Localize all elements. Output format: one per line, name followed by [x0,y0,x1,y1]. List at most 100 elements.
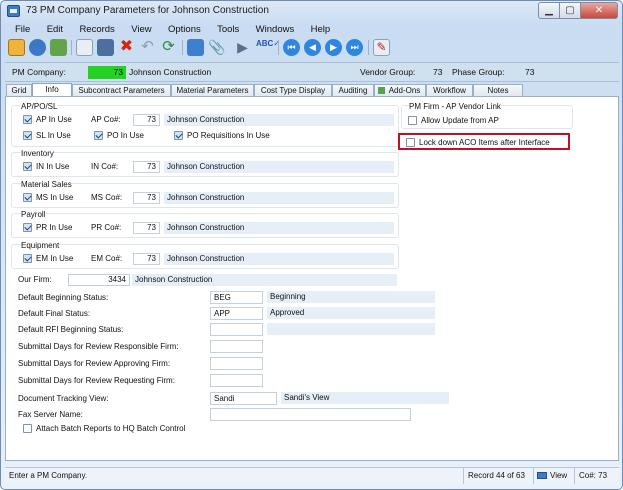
po-in-use-checkbox[interactable] [94,131,103,140]
toolbar-separator [368,40,369,55]
em-co-label: EM Co#: [91,254,123,263]
in-company-name: Johnson Construction [164,161,394,173]
submittal-approving-input[interactable] [210,357,263,370]
maximize-button[interactable]: ▢ [559,2,581,19]
pm-company-label: PM Company: [12,67,66,77]
spellcheck-icon[interactable]: ABC✓ [256,39,280,56]
menu-records[interactable]: Records [79,22,114,37]
tab-strip: Grid Info Subcontract Parameters Materia… [5,83,619,97]
menu-windows[interactable]: Windows [256,22,295,37]
status-company: Co#: 73 [574,468,607,484]
pr-co-label: PR Co#: [91,223,122,232]
po-requisitions-checkbox[interactable] [174,131,183,140]
status-message: Enter a PM Company. [9,471,88,480]
toolbar: ✖ ↶ ⟳ 📎 ▶ ABC✓ ⏮ ◀ ▶ ⏭ ✎ [6,38,618,58]
em-in-use-checkbox[interactable] [23,254,32,263]
default-beginning-status-label: Default Beginning Status: [18,293,109,302]
title-bar: 73 PM Company Parameters for Johnson Con… [1,1,622,21]
print-icon[interactable]: ▶ [234,39,251,56]
em-co-input[interactable]: 73 [133,253,160,265]
menu-bar: File Edit Records View Options Tools Win… [7,22,336,37]
ap-company-name: Johnson Construction [164,114,394,126]
ap-po-sl-group [11,105,399,147]
em-company-name: Johnson Construction [164,253,394,265]
inventory-group-title: Inventory [21,149,54,158]
edit-icon[interactable] [8,39,25,56]
po-requisitions-label: PO Requisitions In Use [187,131,270,140]
lock-down-aco-label: Lock down ACO Items after Interface [419,138,550,147]
app-icon [7,5,20,17]
database-icon[interactable] [50,39,67,56]
last-record-icon[interactable]: ⏭ [346,39,363,56]
pr-co-input[interactable]: 73 [133,222,160,234]
default-beginning-status-desc: Beginning [267,291,435,303]
menu-help[interactable]: Help [311,22,331,37]
em-in-use-label: EM In Use [36,254,74,263]
grid-icon[interactable] [187,39,204,56]
po-in-use-label: PO In Use [107,131,144,140]
phase-group-label: Phase Group: [452,67,505,77]
lookup-icon[interactable] [29,39,46,56]
app-window: 73 PM Company Parameters for Johnson Con… [0,0,623,490]
ap-in-use-checkbox[interactable] [23,115,32,124]
next-record-icon[interactable]: ▶ [325,39,342,56]
in-co-input[interactable]: 73 [133,161,160,173]
ap-co-label: AP Co#: [91,115,121,124]
fax-server-input[interactable] [210,408,411,421]
company-header: PM Company: 73 Johnson Construction Vend… [5,62,619,82]
ap-in-use-label: AP In Use [36,115,72,124]
submittal-responsible-input[interactable] [210,340,263,353]
our-firm-input[interactable]: 3434 [68,274,130,286]
our-firm-name: Johnson Construction [132,274,397,286]
menu-tools[interactable]: Tools [217,22,239,37]
menu-options[interactable]: Options [168,22,201,37]
submittal-requesting-input[interactable] [210,374,263,387]
pm-company-input[interactable]: 73 [88,66,126,79]
add-ons-icon [378,87,385,94]
document-tracking-input[interactable]: Sandi [210,392,277,405]
delete-icon[interactable]: ✖ [118,39,135,56]
submittal-approving-label: Submittal Days for Review Approving Firm… [18,359,171,368]
attachment-icon[interactable]: 📎 [208,39,225,56]
view-label: View [550,471,568,480]
notes-icon[interactable]: ✎ [373,39,390,56]
attach-batch-label: Attach Batch Reports to HQ Batch Control [36,424,186,433]
ms-co-input[interactable]: 73 [133,192,160,204]
default-final-status-desc: Approved [267,307,435,319]
first-record-icon[interactable]: ⏮ [283,39,300,56]
attach-batch-checkbox[interactable] [23,424,32,433]
ms-in-use-checkbox[interactable] [23,193,32,202]
default-beginning-status-input[interactable]: BEG [210,291,263,304]
pr-company-name: Johnson Construction [164,222,394,234]
default-final-status-input[interactable]: APP [210,307,263,320]
tab-info[interactable]: Info [32,83,72,97]
submittal-requesting-label: Submittal Days for Review Requesting Fir… [18,376,175,385]
save-icon[interactable] [97,39,114,56]
in-in-use-checkbox[interactable] [23,162,32,171]
sl-in-use-checkbox[interactable] [23,131,32,140]
menu-view[interactable]: View [131,22,151,37]
allow-update-checkbox[interactable] [408,116,417,125]
previous-record-icon[interactable]: ◀ [304,39,321,56]
ap-group-title: AP/PO/SL [21,102,58,111]
lock-down-aco-checkbox[interactable] [406,138,415,147]
view-button[interactable]: View [533,468,567,484]
pm-firm-group-title: PM Firm - AP Vendor Link [409,102,501,111]
default-rfi-status-input[interactable] [210,323,263,336]
phase-group-value: 73 [525,67,535,77]
pr-in-use-label: PR In Use [36,223,73,232]
window-title: 73 PM Company Parameters for Johnson Con… [26,5,269,16]
menu-edit[interactable]: Edit [47,22,63,37]
undo-icon[interactable]: ↶ [139,39,156,56]
equipment-group-title: Equipment [21,241,60,250]
in-co-label: IN Co#: [91,162,119,171]
in-in-use-label: IN In Use [36,162,70,171]
pr-in-use-checkbox[interactable] [23,223,32,232]
close-button[interactable]: ✕ [580,2,618,19]
refresh-icon[interactable]: ⟳ [160,39,177,56]
minimize-button[interactable]: ▁ [538,2,560,19]
allow-update-label: Allow Update from AP [421,116,499,125]
new-record-icon[interactable] [76,39,93,56]
menu-file[interactable]: File [15,22,30,37]
ap-co-input[interactable]: 73 [133,114,160,126]
